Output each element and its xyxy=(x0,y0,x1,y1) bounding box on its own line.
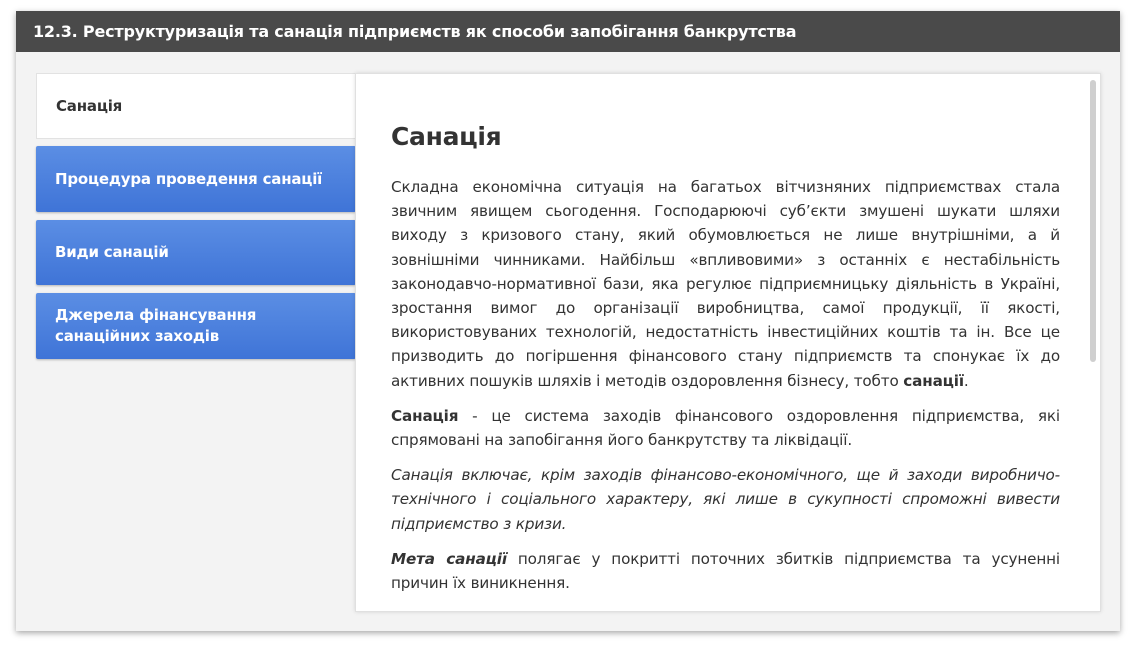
tab-sanatsiia[interactable]: Санація xyxy=(36,73,358,139)
paragraph-bold-term: Санація xyxy=(391,406,459,425)
tab-label: Види санацій xyxy=(55,243,169,261)
paragraph-text: . xyxy=(963,371,969,390)
content-scroll-area[interactable]: Санація Складна економічна ситуація на б… xyxy=(391,122,1060,592)
paragraph-goal: Мета санації полягає у покритті поточних… xyxy=(391,547,1060,592)
tab-label: Джерела фінансування санаційних заходів xyxy=(55,306,257,345)
tab-types[interactable]: Види санацій xyxy=(36,220,356,285)
paragraph-text: Складна економічна ситуація на багатьох … xyxy=(391,178,1060,390)
content-heading: Санація xyxy=(391,122,502,151)
window-title: 12.3. Реструктуризація та санація підпри… xyxy=(16,11,1120,52)
tab-procedure[interactable]: Процедура проведення санації xyxy=(36,146,356,212)
paragraph-bold-term: Мета санації xyxy=(391,549,507,568)
paragraph-includes: Санація включає, крім заходів фінансово-… xyxy=(391,466,1060,533)
paragraph-definition: Санація - це система заходів фінансового… xyxy=(391,404,1060,452)
paragraph-text: - це система заходів фінансового оздоров… xyxy=(391,406,1060,450)
content-panel[interactable]: Санація Складна економічна ситуація на б… xyxy=(355,73,1101,612)
paragraph-bold-term: санації xyxy=(903,371,964,390)
scrollbar-thumb[interactable] xyxy=(1090,80,1096,362)
paragraph-intro: Складна економічна ситуація на багатьох … xyxy=(391,175,1060,393)
tab-label: Процедура проведення санації xyxy=(55,169,323,188)
lesson-window: 12.3. Реструктуризація та санація підпри… xyxy=(16,11,1120,631)
tab-label: Санація xyxy=(56,96,123,115)
tab-financing-sources[interactable]: Джерела фінансування санаційних заходів xyxy=(36,293,356,359)
